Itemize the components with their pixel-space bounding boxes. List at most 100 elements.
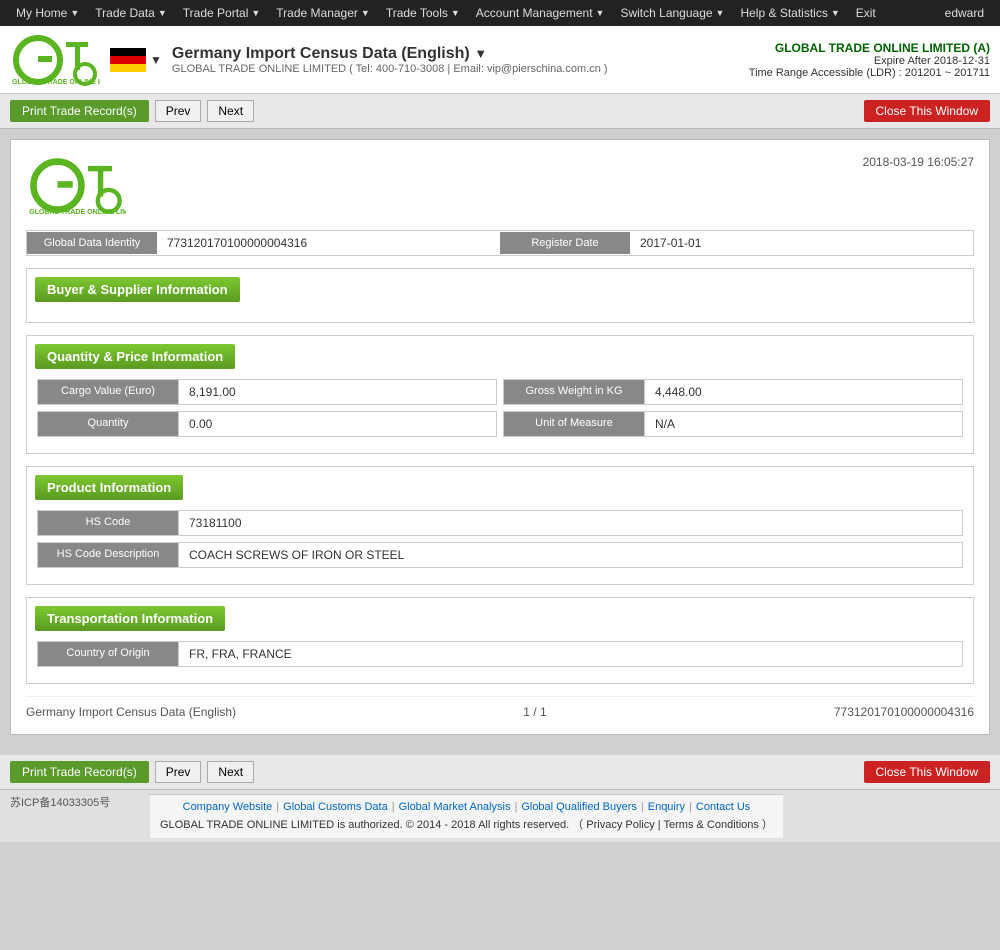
chevron-down-icon: ▼ bbox=[251, 8, 260, 18]
unit-of-measure-value: N/A bbox=[644, 412, 962, 436]
record-footer: Germany Import Census Data (English) 1 /… bbox=[26, 696, 974, 719]
bottom-next-button[interactable]: Next bbox=[207, 761, 254, 783]
nav-trade-manager[interactable]: Trade Manager ▼ bbox=[268, 0, 378, 26]
time-range: Time Range Accessible (LDR) : 201201 ~ 2… bbox=[749, 67, 990, 79]
global-data-identity-value: 773120170100000004316 bbox=[157, 231, 500, 255]
gross-weight-value: 4,448.00 bbox=[644, 380, 962, 404]
nav-trade-portal[interactable]: Trade Portal ▼ bbox=[175, 0, 269, 26]
nav-trade-data[interactable]: Trade Data ▼ bbox=[87, 0, 175, 26]
footer-global-customs[interactable]: Global Customs Data bbox=[283, 801, 388, 813]
company-logo: GLOBAL TRADE ONLINE LIMITED bbox=[10, 32, 100, 87]
hs-code-row: HS Code 73181100 bbox=[37, 510, 963, 536]
expire-info: Expire After 2018-12-31 bbox=[749, 55, 990, 67]
register-date-label: Register Date bbox=[500, 232, 630, 254]
hs-code-description-value: COACH SCREWS OF IRON OR STEEL bbox=[178, 543, 962, 567]
hs-code-value: 73181100 bbox=[178, 511, 962, 535]
flag-selector[interactable]: ▼ bbox=[110, 48, 162, 72]
content-area: GLOBAL TRADE ONLINE LIMITED 2018-03-19 1… bbox=[0, 129, 1000, 755]
svg-text:GLOBAL TRADE ONLINE LIMITED: GLOBAL TRADE ONLINE LIMITED bbox=[12, 79, 100, 86]
product-info-body: HS Code 73181100 HS Code Description COA… bbox=[27, 500, 973, 584]
flag-dropdown-arrow[interactable]: ▼ bbox=[150, 53, 162, 67]
record-company-logo: GLOBAL TRADE ONLINE LIMITED bbox=[26, 155, 126, 215]
product-info-title: Product Information bbox=[35, 475, 183, 500]
transportation-title: Transportation Information bbox=[35, 606, 225, 631]
gross-weight-label: Gross Weight in KG bbox=[504, 380, 644, 404]
nav-exit[interactable]: Exit bbox=[848, 0, 884, 26]
chevron-down-icon: ▼ bbox=[158, 8, 167, 18]
title-dropdown-icon[interactable]: ▼ bbox=[474, 46, 487, 61]
icp-text: 苏ICP备14033305号 bbox=[10, 794, 130, 810]
germany-flag bbox=[110, 48, 146, 72]
nav-trade-tools[interactable]: Trade Tools ▼ bbox=[378, 0, 468, 26]
footer-enquiry[interactable]: Enquiry bbox=[648, 801, 685, 813]
chevron-down-icon: ▼ bbox=[716, 8, 725, 18]
copyright-text: GLOBAL TRADE ONLINE LIMITED is authorize… bbox=[160, 816, 773, 832]
icp-footer-bar: 苏ICP备14033305号 Company Website | Global … bbox=[0, 790, 1000, 842]
buyer-supplier-body bbox=[27, 302, 973, 322]
chevron-down-icon: ▼ bbox=[831, 8, 840, 18]
hs-code-description-row: HS Code Description COACH SCREWS OF IRON… bbox=[37, 542, 963, 568]
close-button[interactable]: Close This Window bbox=[864, 100, 990, 122]
bottom-action-bar: Print Trade Record(s) Prev Next Close Th… bbox=[0, 755, 1000, 790]
quantity-price-section: Quantity & Price Information Cargo Value… bbox=[26, 335, 974, 454]
country-origin-label: Country of Origin bbox=[38, 642, 178, 666]
quantity-price-row1: Cargo Value (Euro) 8,191.00 Gross Weight… bbox=[37, 379, 963, 405]
quantity-price-row2: Quantity 0.00 Unit of Measure N/A bbox=[37, 411, 963, 437]
chevron-down-icon: ▼ bbox=[596, 8, 605, 18]
gross-weight-row: Gross Weight in KG 4,448.00 bbox=[503, 379, 963, 405]
product-info-section: Product Information HS Code 73181100 HS … bbox=[26, 466, 974, 585]
footer-company-website[interactable]: Company Website bbox=[183, 801, 273, 813]
chevron-down-icon: ▼ bbox=[70, 8, 79, 18]
global-data-identity-label: Global Data Identity bbox=[27, 232, 157, 254]
cargo-value-value: 8,191.00 bbox=[178, 380, 496, 404]
footer-links: Company Website | Global Customs Data | … bbox=[160, 801, 773, 813]
top-navigation: My Home ▼ Trade Data ▼ Trade Portal ▼ Tr… bbox=[0, 0, 1000, 26]
record-date: 2018-03-19 16:05:27 bbox=[863, 155, 974, 169]
logo: GLOBAL TRADE ONLINE LIMITED bbox=[10, 32, 100, 87]
svg-text:GLOBAL TRADE ONLINE LIMITED: GLOBAL TRADE ONLINE LIMITED bbox=[29, 208, 126, 215]
record-logo: GLOBAL TRADE ONLINE LIMITED bbox=[26, 155, 126, 215]
quantity-row: Quantity 0.00 bbox=[37, 411, 497, 437]
top-action-bar: Print Trade Record(s) Prev Next Close Th… bbox=[0, 94, 1000, 129]
buyer-supplier-title: Buyer & Supplier Information bbox=[35, 277, 240, 302]
company-info: GLOBAL TRADE ONLINE LIMITED (A) Expire A… bbox=[749, 41, 990, 79]
sub-header: GLOBAL TRADE ONLINE LIMITED ▼ Germany Im… bbox=[0, 26, 1000, 94]
page-title: Germany Import Census Data (English) bbox=[172, 45, 470, 62]
bottom-prev-button[interactable]: Prev bbox=[155, 761, 202, 783]
hs-code-description-label: HS Code Description bbox=[38, 543, 178, 567]
unit-of-measure-row: Unit of Measure N/A bbox=[503, 411, 963, 437]
hs-code-label: HS Code bbox=[38, 511, 178, 535]
footer-global-market[interactable]: Global Market Analysis bbox=[399, 801, 511, 813]
register-date-value: 2017-01-01 bbox=[630, 231, 973, 255]
record-footer-right: 773120170100000004316 bbox=[834, 705, 974, 719]
nav-switch-language[interactable]: Switch Language ▼ bbox=[612, 0, 732, 26]
page-title-area: Germany Import Census Data (English) ▼ G… bbox=[172, 45, 739, 75]
nav-account-management[interactable]: Account Management ▼ bbox=[468, 0, 613, 26]
identity-row: Global Data Identity 7731201701000000043… bbox=[26, 230, 974, 256]
transportation-body: Country of Origin FR, FRA, FRANCE bbox=[27, 631, 973, 683]
footer-contact-us[interactable]: Contact Us bbox=[696, 801, 750, 813]
country-origin-row: Country of Origin FR, FRA, FRANCE bbox=[37, 641, 963, 667]
quantity-value: 0.00 bbox=[178, 412, 496, 436]
print-button[interactable]: Print Trade Record(s) bbox=[10, 100, 149, 122]
user-account: edward bbox=[937, 0, 992, 26]
cargo-value-row: Cargo Value (Euro) 8,191.00 bbox=[37, 379, 497, 405]
nav-my-home[interactable]: My Home ▼ bbox=[8, 0, 87, 26]
bottom-close-button[interactable]: Close This Window bbox=[864, 761, 990, 783]
footer-links-area: Company Website | Global Customs Data | … bbox=[150, 794, 783, 838]
next-button[interactable]: Next bbox=[207, 100, 254, 122]
buyer-supplier-section: Buyer & Supplier Information bbox=[26, 268, 974, 323]
transportation-section: Transportation Information Country of Or… bbox=[26, 597, 974, 684]
bottom-print-button[interactable]: Print Trade Record(s) bbox=[10, 761, 149, 783]
country-origin-value: FR, FRA, FRANCE bbox=[178, 642, 962, 666]
quantity-price-title: Quantity & Price Information bbox=[35, 344, 235, 369]
quantity-price-body: Cargo Value (Euro) 8,191.00 Gross Weight… bbox=[27, 369, 973, 453]
company-name: GLOBAL TRADE ONLINE LIMITED (A) bbox=[749, 41, 990, 55]
nav-help-statistics[interactable]: Help & Statistics ▼ bbox=[732, 0, 847, 26]
unit-of-measure-label: Unit of Measure bbox=[504, 412, 644, 436]
bottom-footer: Company Website | Global Customs Data | … bbox=[150, 794, 783, 838]
quantity-label: Quantity bbox=[38, 412, 178, 436]
prev-button[interactable]: Prev bbox=[155, 100, 202, 122]
footer-qualified-buyers[interactable]: Global Qualified Buyers bbox=[521, 801, 637, 813]
record-header: GLOBAL TRADE ONLINE LIMITED 2018-03-19 1… bbox=[26, 155, 974, 215]
